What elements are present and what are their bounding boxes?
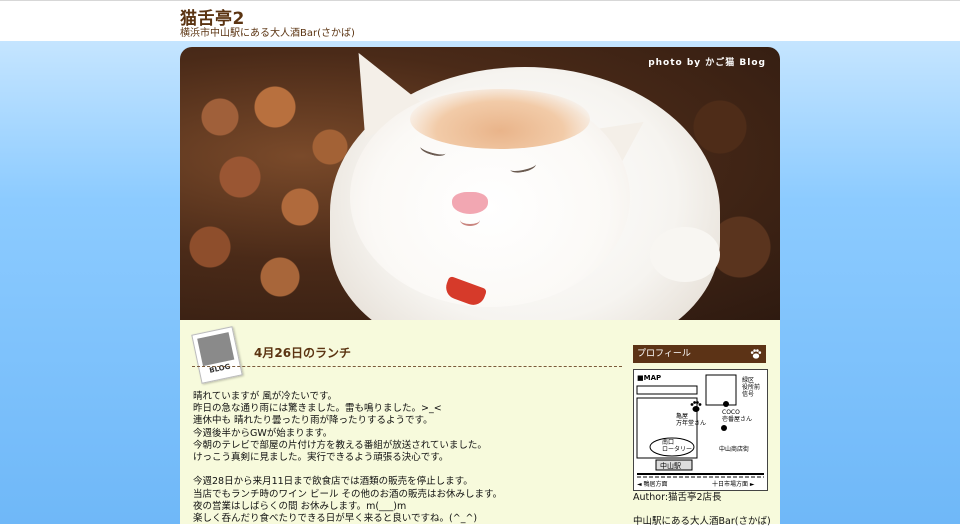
- post-line: けっこう真剣に見ました。実行できるよう頑張る決心です。: [193, 452, 449, 464]
- post-line: 連休中も 晴れたり曇ったり雨が降ったりするようです。: [193, 415, 433, 427]
- post-line: 楽しく呑んだり食べたりできる日が早く来ると良いですね。(^_^): [193, 513, 478, 525]
- map-coco: COCO 壱番屋さん: [722, 409, 752, 423]
- post-title[interactable]: 4月26日のランチ: [254, 344, 351, 361]
- post-line: 今朝のテレビで部屋の片付け方を教える番組が放送されていました。: [193, 439, 487, 451]
- map-kamoi: ◄ 鴨居方面: [637, 480, 668, 488]
- blog-badge-photo: [197, 332, 235, 367]
- sidebar-description: 中山駅にある大人酒Bar(さかば): [633, 516, 771, 527]
- map-store-name: 亀屋万年堂さん: [676, 412, 706, 427]
- photo-credit: photo by かご猫 Blog: [648, 58, 766, 68]
- profile-heading-label: プロフィール: [637, 349, 691, 359]
- post-line: 夜の営業はしばらくの間 お休みします。m(___)m: [193, 500, 407, 512]
- post-line-blank: [193, 464, 613, 476]
- map-tokaichiba: 十日市場方面 ►: [712, 480, 755, 488]
- post-line: 昨日の急な通り雨には驚きました。雷も鳴りました。>_<: [193, 403, 442, 415]
- post-line: 今週28日から来月11日まで飲食店では酒類の販売を停止します。: [193, 476, 473, 488]
- map-ward-office: 緑区役所前信号: [742, 376, 760, 398]
- title-divider: [192, 366, 622, 367]
- paw-icon: [750, 349, 762, 359]
- map-drawing: ■MAP 緑区役所前信号 亀屋万年堂さん COCO 壱番屋さん 南口ロータリー 中…: [636, 374, 764, 488]
- site-description: 横浜市中山駅にある大人酒Bar(さかば): [180, 28, 355, 39]
- author-line: Author:猫舌亭2店長: [633, 492, 722, 503]
- header-band: [0, 0, 960, 41]
- cat-paw: [650, 227, 720, 282]
- map-paw-icon: [690, 401, 702, 412]
- store-map-image[interactable]: ■MAP 緑区役所前信号 亀屋万年堂さん COCO 壱番屋さん 南口ロータリー 中…: [633, 369, 768, 491]
- post-line: 今週後半からGWが始まります。: [193, 427, 333, 439]
- cat-mouth: [460, 214, 480, 226]
- map-station: 中山駅: [660, 461, 681, 470]
- profile-heading: プロフィール: [633, 345, 766, 363]
- cat-nose: [452, 192, 488, 214]
- header-image: photo by かご猫 Blog: [180, 47, 780, 320]
- map-shopping-street: 中山商店街: [719, 445, 749, 453]
- map-title: ■MAP: [637, 374, 661, 382]
- post-body: 晴れていますが 風が冷たいです。 昨日の急な通り雨には驚きました。雷も鳴りました…: [193, 391, 613, 525]
- post-line: 当店でもランチ時のワイン ビール その他のお酒の販売はお休みします。: [193, 488, 503, 500]
- cat-orange-patch: [410, 89, 590, 149]
- post-line: 晴れていますが 風が冷たいです。: [193, 391, 338, 402]
